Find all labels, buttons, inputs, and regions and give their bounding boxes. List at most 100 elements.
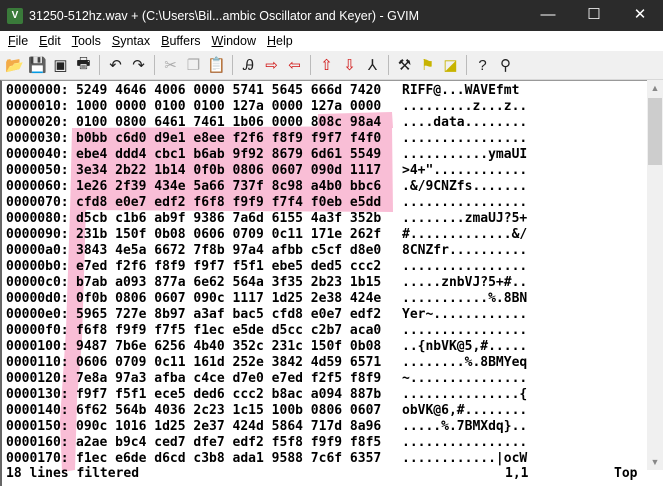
make-icon[interactable]: ⚒ xyxy=(393,54,416,76)
hex-bytes: 7e8a 97a3 afba c4ce d7e0 e7ed f2f5 f8f9 xyxy=(76,371,382,386)
address: 0000120: xyxy=(6,371,69,386)
run-script-icon[interactable]: ⅄ xyxy=(361,54,384,76)
find-prev-icon[interactable]: ⇦ xyxy=(283,54,306,76)
address: 00000d0: xyxy=(6,291,69,306)
scroll-position: Top xyxy=(614,466,638,481)
scroll-down-icon[interactable]: ▼ xyxy=(647,454,663,470)
redo-icon[interactable]: ↷ xyxy=(127,54,150,76)
hex-dump-row: 00000c0: b7ab a093 877a 6e62 564a 3f35 2b… xyxy=(6,275,527,291)
paste-icon[interactable]: 📋 xyxy=(205,54,228,76)
address: 0000150: xyxy=(6,419,69,434)
hex-bytes: ebe4 ddd4 cbc1 b6ab 9f92 8679 6d61 5549 xyxy=(76,147,382,162)
toolbar-separator xyxy=(99,55,100,75)
toolbar: 📂 💾 ▣ 🖶 ↶ ↷ ✂ ❐ 📋 Ꭿ ⇨ ⇦ ⇧ ⇩ ⅄ ⚒ ⚑ ◪? ⚲ xyxy=(0,51,663,80)
menu-label: yntax xyxy=(120,34,151,48)
ascii-text: obVK@6,#........ xyxy=(402,403,528,418)
open-icon[interactable]: 📂 xyxy=(3,54,26,76)
menu-syntax[interactable]: Syntax xyxy=(107,34,156,48)
hex-dump-row: 0000140: 6f62 564b 4036 2c23 1c15 100b 08… xyxy=(6,403,527,419)
hex-dump-row: 0000160: a2ae b9c4 ced7 dfe7 edf2 f5f8 f9… xyxy=(6,435,527,451)
ascii-text: RIFF@...WAVEfmt xyxy=(402,83,528,98)
menu-label: ools xyxy=(77,34,101,48)
find-help-icon[interactable]: ⚲ xyxy=(494,54,517,76)
load-session-icon[interactable]: ⇧ xyxy=(315,54,338,76)
save-session-icon[interactable]: ⇩ xyxy=(338,54,361,76)
address: 0000160: xyxy=(6,435,69,450)
menu-help[interactable]: Help xyxy=(262,34,299,48)
vertical-scrollbar[interactable]: ▲ ▼ xyxy=(647,80,663,470)
address: 0000070: xyxy=(6,195,69,210)
ascii-text: ...........ymaUI xyxy=(402,147,528,162)
menu-label: uffers xyxy=(169,34,201,48)
address: 0000130: xyxy=(6,387,69,402)
replace-icon[interactable]: Ꭿ xyxy=(237,54,260,76)
cut-icon[interactable]: ✂ xyxy=(159,54,182,76)
ascii-text: ..{nbVK@5,#..... xyxy=(402,339,528,354)
hex-dump-row: 00000f0: f6f8 f9f9 f7f5 f1ec e5de d5cc c2… xyxy=(6,323,527,339)
hex-dump-row: 0000050: 3e34 2b22 1b14 0f0b 0806 0607 09… xyxy=(6,163,527,179)
address: 0000000: xyxy=(6,83,69,98)
status-message: 18 lines filtered xyxy=(6,466,140,481)
menu-file[interactable]: File xyxy=(3,34,34,48)
menu-label: ile xyxy=(15,34,29,48)
address: 0000050: xyxy=(6,163,69,178)
address: 0000030: xyxy=(6,131,69,146)
address: 00000c0: xyxy=(6,275,69,290)
hex-bytes: 6f62 564b 4036 2c23 1c15 100b 0806 0607 xyxy=(76,403,382,418)
scroll-up-icon[interactable]: ▲ xyxy=(647,80,663,96)
hex-bytes: 0f0b 0806 0607 090c 1117 1d25 2e38 424e xyxy=(76,291,382,306)
toolbar-separator xyxy=(154,55,155,75)
save-all-icon[interactable]: ▣ xyxy=(49,54,72,76)
undo-icon[interactable]: ↶ xyxy=(104,54,127,76)
ascii-text: ...............{ xyxy=(402,387,528,402)
copy-icon[interactable]: ❐ xyxy=(182,54,205,76)
hex-dump-row: 00000b0: e7ed f2f6 f8f9 f9f7 f5f1 ebe5 de… xyxy=(6,259,527,275)
save-icon[interactable]: 💾 xyxy=(26,54,49,76)
menu-tools[interactable]: Tools xyxy=(67,34,107,48)
hex-dump-row: 0000000: 5249 4646 4006 0000 5741 5645 66… xyxy=(6,83,527,99)
window-title: 31250-512hz.wav + (C:\Users\Bil...ambic … xyxy=(29,8,420,23)
ascii-text: ~............... xyxy=(402,371,528,386)
hex-bytes: 090c 1016 1d25 2e37 424d 5864 717d 8a96 xyxy=(76,419,382,434)
ascii-text: #.............&/ xyxy=(402,227,528,242)
hex-bytes: 0606 0709 0c11 161d 252e 3842 4d59 6571 xyxy=(76,355,382,370)
toolbar-separator xyxy=(310,55,311,75)
menu-label: dit xyxy=(47,34,61,48)
ascii-text: .........z...z.. xyxy=(402,99,528,114)
toolbar-separator xyxy=(388,55,389,75)
menu-window[interactable]: Window xyxy=(207,34,262,48)
ascii-text: ................ xyxy=(402,131,528,146)
address: 0000060: xyxy=(6,179,69,194)
address: 0000010: xyxy=(6,99,69,114)
address: 0000090: xyxy=(6,227,69,242)
maximize-button[interactable]: ☐ xyxy=(571,0,617,31)
hex-dump-row: 0000170: f1ec e6de d6cd c3b8 ada1 9588 7c… xyxy=(6,451,527,467)
address: 0000110: xyxy=(6,355,69,370)
menu-edit[interactable]: Edit xyxy=(34,34,67,48)
hex-dump-row: 0000110: 0606 0709 0c11 161d 252e 3842 4d… xyxy=(6,355,527,371)
menu-buffers[interactable]: Buffers xyxy=(156,34,206,48)
ascii-text: 8CNZfr.......... xyxy=(402,243,528,258)
hex-dump-row: 00000a0: 3843 4e5a 6672 7f8b 97a4 afbb c5… xyxy=(6,243,527,259)
editor-text-area[interactable]: 0000000: 5249 4646 4006 0000 5741 5645 66… xyxy=(0,80,647,486)
ascii-text: ........%.8BMYeq xyxy=(402,355,528,370)
address: 00000a0: xyxy=(6,243,69,258)
ascii-text: .....%.7BMXdq}.. xyxy=(402,419,528,434)
hex-dump-row: 0000030: b0bb c6d0 d9e1 e8ee f2f6 f8f9 f9… xyxy=(6,131,527,147)
hex-bytes: 1e26 2f39 434e 5a66 737f 8c98 a4b0 bbc6 xyxy=(76,179,382,194)
minimize-button[interactable]: — xyxy=(525,0,571,31)
find-next-icon[interactable]: ⇨ xyxy=(260,54,283,76)
hex-bytes: cfd8 e0e7 edf2 f6f8 f9f9 f7f4 f0eb e5dd xyxy=(76,195,382,210)
close-button[interactable]: ✕ xyxy=(617,0,663,31)
ascii-text: ................ xyxy=(402,259,528,274)
hex-dump-row: 00000e0: 5965 727e 8b97 a3af bac5 cfd8 e0… xyxy=(6,307,527,323)
address: 0000170: xyxy=(6,451,69,466)
jump-tag-icon[interactable]: ◪ xyxy=(439,54,462,76)
hex-dump-row: 0000060: 1e26 2f39 434e 5a66 737f 8c98 a4… xyxy=(6,179,527,195)
scrollbar-thumb[interactable] xyxy=(648,98,662,165)
help-icon[interactable]: ? xyxy=(471,54,494,76)
address: 0000080: xyxy=(6,211,69,226)
print-icon[interactable]: 🖶 xyxy=(72,54,95,76)
build-tags-icon[interactable]: ⚑ xyxy=(416,54,439,76)
toolbar-separator xyxy=(232,55,233,75)
